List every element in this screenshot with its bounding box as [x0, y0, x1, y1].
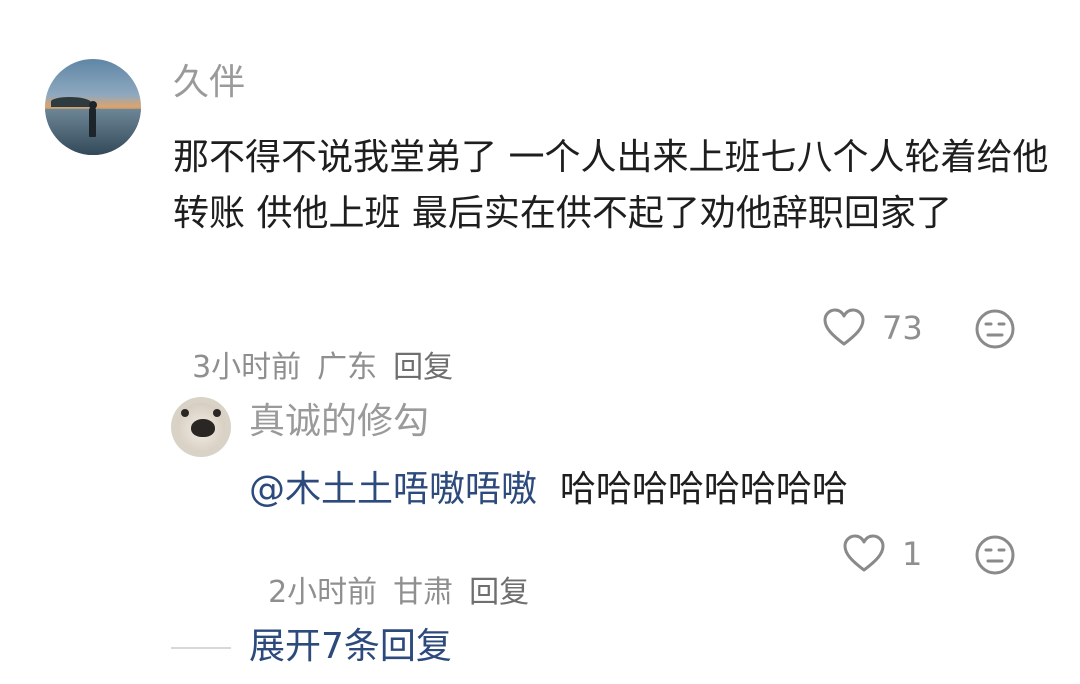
- reply-content: 哈哈哈哈哈哈哈哈: [559, 469, 848, 510]
- reply-like-count: 1: [902, 535, 923, 573]
- commenter-username[interactable]: 久伴: [173, 60, 245, 106]
- comment-like-button[interactable]: [822, 308, 866, 352]
- reply-like-button[interactable]: [842, 534, 886, 578]
- expand-divider: [171, 647, 231, 649]
- avatar-person: [89, 107, 96, 137]
- comment-reply-button[interactable]: 回复: [393, 350, 453, 385]
- reply-location: 甘肃: [393, 575, 454, 610]
- dog-eye-left: [181, 409, 189, 417]
- reply-avatar[interactable]: [171, 397, 231, 457]
- avatar-landmass: [51, 97, 91, 107]
- reply-meta: 2小时前 甘肃 回复: [249, 533, 545, 613]
- comment-meta: 3小时前 广东 回复: [173, 308, 469, 388]
- dog-nose: [191, 419, 215, 437]
- dog-eye-right: [213, 409, 221, 417]
- commenter-avatar[interactable]: [45, 59, 141, 155]
- comment-like-count: 73: [882, 309, 923, 347]
- comment-text: 那不得不说我堂弟了 一个人出来上班七八个人轮着给他转账 供他上班 最后实在供不起…: [173, 137, 1049, 234]
- reply-text: @木土土唔嗷唔嗷 哈哈哈哈哈哈哈哈: [249, 467, 848, 513]
- reply-emoji-button[interactable]: [974, 534, 1016, 580]
- neutral-face-icon: [975, 309, 1015, 349]
- comment-time: 3小时前: [192, 350, 302, 385]
- reply-time: 2小时前: [268, 575, 378, 610]
- reply-username[interactable]: 真诚的修勾: [249, 399, 429, 445]
- heart-outline-icon: [823, 308, 865, 346]
- neutral-face-icon: [975, 535, 1015, 575]
- reply-reply-button[interactable]: 回复: [469, 575, 529, 610]
- comment-location: 广东: [317, 350, 378, 385]
- heart-outline-icon: [843, 534, 885, 572]
- expand-replies-button[interactable]: 展开7条回复: [249, 624, 452, 670]
- comment-emoji-button[interactable]: [974, 308, 1016, 354]
- reply-mention[interactable]: @木土土唔嗷唔嗷: [249, 469, 537, 510]
